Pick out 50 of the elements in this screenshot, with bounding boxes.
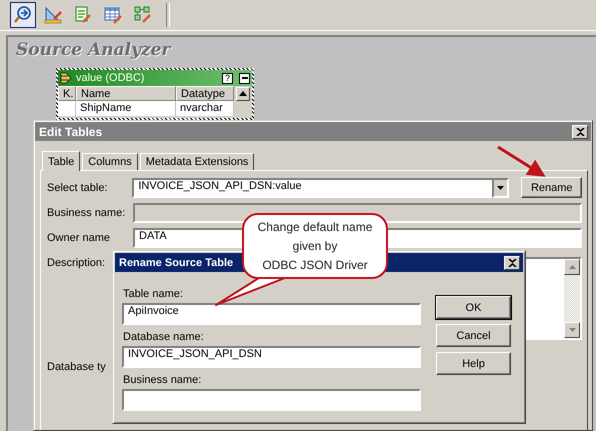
down-arrow-icon xyxy=(568,328,576,332)
table-cell xyxy=(58,101,76,116)
up-arrow-icon xyxy=(239,91,247,96)
close-icon xyxy=(576,128,584,136)
tab[interactable]: Metadata Extensions xyxy=(140,153,254,170)
table-icon xyxy=(60,72,72,84)
magnifier-icon xyxy=(13,5,33,25)
tab[interactable]: Columns xyxy=(82,153,138,170)
tab[interactable]: Table xyxy=(42,151,80,171)
table-title: value (ODBC) xyxy=(76,72,146,84)
text-field[interactable]: INVOICE_JSON_API_DSN xyxy=(122,346,421,368)
column-header[interactable]: Datatype xyxy=(176,86,234,101)
minimize-button[interactable] xyxy=(239,72,250,84)
scroll-down-button[interactable] xyxy=(564,322,580,338)
dialog-button[interactable]: Cancel xyxy=(436,324,511,347)
help-button[interactable]: ? xyxy=(222,72,233,84)
toolbar-button[interactable] xyxy=(10,2,36,28)
dialog-title: Edit Tables xyxy=(39,124,102,138)
dropdown-button[interactable] xyxy=(492,178,510,198)
field-label: Business name: xyxy=(123,374,202,386)
table-cell: ShipName xyxy=(76,101,176,116)
minimize-icon xyxy=(242,77,248,79)
field-label: Owner name xyxy=(47,232,111,244)
dialog-title: Rename Source Table xyxy=(119,256,234,268)
nodes-pencil-icon xyxy=(133,5,153,25)
column-header[interactable]: K. xyxy=(58,86,76,101)
field-label: Business name: xyxy=(47,207,126,219)
field-label: Table name: xyxy=(123,288,184,300)
arrow xyxy=(497,146,546,177)
field-label: Select table: xyxy=(47,182,109,194)
ruler-pencil-icon xyxy=(43,5,63,25)
dialog-button[interactable]: OK xyxy=(436,296,511,319)
field-label: Database ty xyxy=(47,361,107,373)
scroll-up-button[interactable] xyxy=(236,86,250,100)
column-header[interactable]: Name xyxy=(76,86,176,101)
list-pencil-icon xyxy=(73,5,93,25)
rename-button[interactable]: Rename xyxy=(521,177,582,198)
close-icon xyxy=(508,258,516,266)
caret-icon xyxy=(497,186,504,190)
table-select[interactable]: INVOICE_JSON_API_DSN:value xyxy=(132,178,492,198)
field-label: Database name: xyxy=(123,331,205,343)
scroll-up-button[interactable] xyxy=(564,259,580,275)
text-field[interactable] xyxy=(122,389,421,411)
up-arrow-icon xyxy=(568,265,576,269)
table-pencil-icon xyxy=(103,5,123,25)
close-button[interactable] xyxy=(572,124,588,138)
dialog-button[interactable]: Help xyxy=(436,352,511,375)
table-cell: nvarchar xyxy=(176,101,234,116)
close-button[interactable] xyxy=(504,256,520,270)
workspace-title: Source Analyzer xyxy=(16,40,170,60)
